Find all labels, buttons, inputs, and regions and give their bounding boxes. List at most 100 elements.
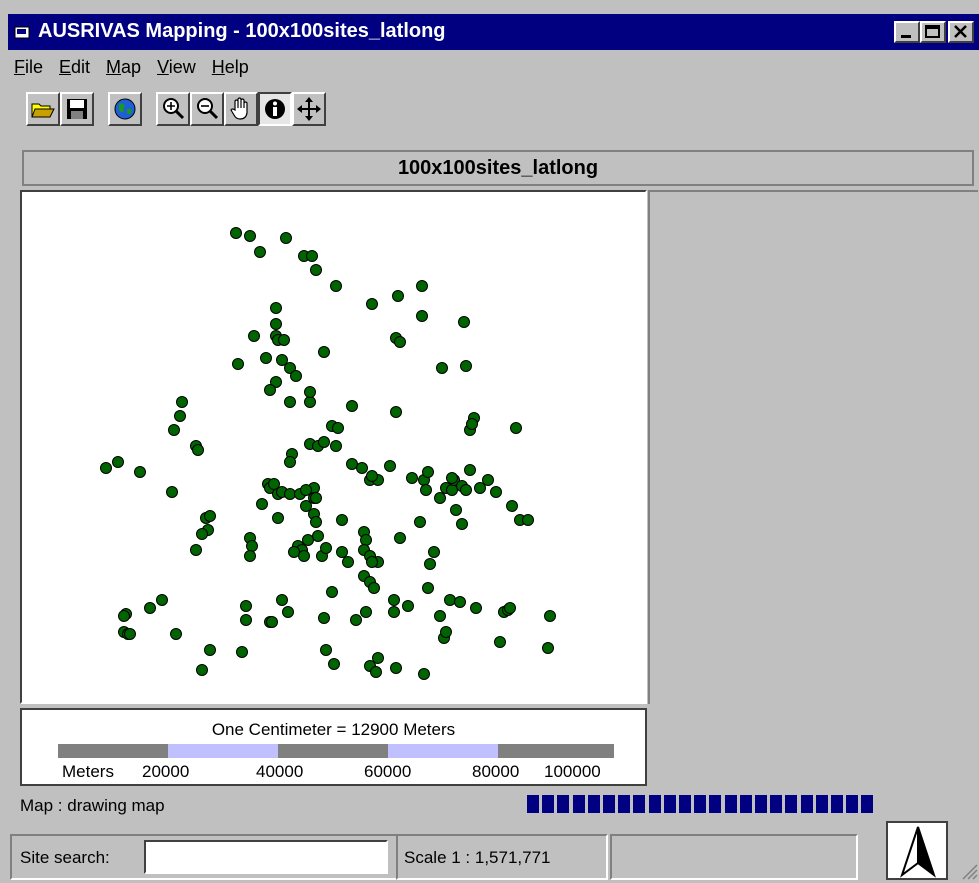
site-point[interactable]: [318, 346, 330, 358]
site-point[interactable]: [290, 370, 302, 382]
site-point[interactable]: [460, 360, 472, 372]
minimize-button[interactable]: [894, 21, 920, 43]
site-point[interactable]: [320, 644, 332, 656]
site-point[interactable]: [312, 530, 324, 542]
site-point[interactable]: [330, 280, 342, 292]
site-point[interactable]: [284, 456, 296, 468]
site-point[interactable]: [244, 230, 256, 242]
site-point[interactable]: [504, 602, 516, 614]
site-point[interactable]: [124, 628, 136, 640]
site-point[interactable]: [384, 460, 396, 472]
site-point[interactable]: [460, 484, 472, 496]
site-point[interactable]: [306, 250, 318, 262]
site-point[interactable]: [318, 612, 330, 624]
site-point[interactable]: [166, 486, 178, 498]
map-canvas[interactable]: [20, 190, 647, 704]
site-point[interactable]: [304, 396, 316, 408]
site-point[interactable]: [204, 510, 216, 522]
site-point[interactable]: [156, 594, 168, 606]
site-point[interactable]: [174, 410, 186, 422]
site-point[interactable]: [366, 470, 378, 482]
site-point[interactable]: [260, 352, 272, 364]
site-point[interactable]: [416, 310, 428, 322]
site-point[interactable]: [192, 444, 204, 456]
site-point[interactable]: [190, 544, 202, 556]
site-point[interactable]: [446, 484, 458, 496]
site-point[interactable]: [446, 472, 458, 484]
site-point[interactable]: [232, 358, 244, 370]
site-point[interactable]: [482, 474, 494, 486]
site-point[interactable]: [390, 662, 402, 674]
site-point[interactable]: [240, 600, 252, 612]
site-point[interactable]: [328, 658, 340, 670]
site-points-layer[interactable]: [22, 192, 645, 702]
site-point[interactable]: [366, 556, 378, 568]
site-point[interactable]: [300, 484, 312, 496]
site-point[interactable]: [416, 280, 428, 292]
site-search-input[interactable]: [144, 840, 388, 874]
site-point[interactable]: [464, 464, 476, 476]
site-point[interactable]: [388, 606, 400, 618]
site-point[interactable]: [470, 602, 482, 614]
open-button[interactable]: [26, 92, 60, 126]
site-point[interactable]: [196, 528, 208, 540]
site-point[interactable]: [454, 596, 466, 608]
site-point[interactable]: [346, 400, 358, 412]
site-point[interactable]: [420, 484, 432, 496]
site-point[interactable]: [310, 264, 322, 276]
site-point[interactable]: [248, 330, 260, 342]
site-point[interactable]: [510, 422, 522, 434]
site-point[interactable]: [422, 466, 434, 478]
site-point[interactable]: [196, 664, 208, 676]
site-point[interactable]: [336, 546, 348, 558]
site-point[interactable]: [266, 616, 278, 628]
site-point[interactable]: [330, 440, 342, 452]
site-point[interactable]: [434, 610, 446, 622]
site-point[interactable]: [310, 516, 322, 528]
menu-edit[interactable]: Edit: [59, 54, 90, 78]
site-point[interactable]: [288, 546, 300, 558]
site-point[interactable]: [356, 462, 368, 474]
site-point[interactable]: [256, 498, 268, 510]
site-point[interactable]: [170, 628, 182, 640]
zoom-in-button[interactable]: [156, 92, 190, 126]
site-point[interactable]: [372, 652, 384, 664]
menu-view[interactable]: View: [157, 54, 196, 78]
site-point[interactable]: [506, 500, 518, 512]
site-point[interactable]: [392, 290, 404, 302]
move-button[interactable]: [292, 92, 326, 126]
site-point[interactable]: [280, 232, 292, 244]
save-button[interactable]: [60, 92, 94, 126]
site-point[interactable]: [254, 246, 266, 258]
site-point[interactable]: [494, 636, 506, 648]
maximize-button[interactable]: [920, 21, 946, 43]
site-point[interactable]: [230, 227, 242, 239]
site-point[interactable]: [282, 606, 294, 618]
site-point[interactable]: [360, 534, 372, 546]
site-point[interactable]: [168, 424, 180, 436]
site-point[interactable]: [332, 422, 344, 434]
site-point[interactable]: [246, 540, 258, 552]
site-point[interactable]: [278, 334, 290, 346]
site-point[interactable]: [522, 514, 534, 526]
site-point[interactable]: [458, 316, 470, 328]
site-point[interactable]: [270, 302, 282, 314]
site-point[interactable]: [176, 396, 188, 408]
site-point[interactable]: [390, 406, 402, 418]
site-point[interactable]: [336, 514, 348, 526]
site-point[interactable]: [342, 556, 354, 568]
site-point[interactable]: [304, 386, 316, 398]
site-point[interactable]: [318, 436, 330, 448]
site-point[interactable]: [544, 610, 556, 622]
site-point[interactable]: [346, 458, 358, 470]
site-point[interactable]: [444, 594, 456, 606]
globe-button[interactable]: [108, 92, 142, 126]
pan-button[interactable]: [224, 92, 258, 126]
site-point[interactable]: [320, 542, 332, 554]
site-point[interactable]: [298, 550, 310, 562]
site-point[interactable]: [434, 492, 446, 504]
site-point[interactable]: [418, 668, 430, 680]
site-point[interactable]: [326, 586, 338, 598]
site-point[interactable]: [440, 626, 452, 638]
site-point[interactable]: [388, 594, 400, 606]
